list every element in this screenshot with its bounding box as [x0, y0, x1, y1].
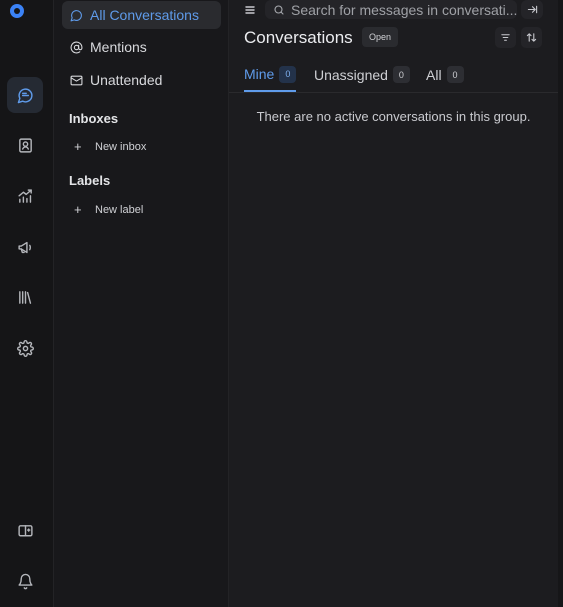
tab-label: Unassigned [314, 66, 388, 83]
at-sign-icon [70, 41, 83, 54]
assignee-tabs: Mine 0 Unassigned 0 All 0 [229, 58, 558, 93]
campaigns-megaphone-icon [17, 241, 31, 253]
rail-campaigns-button[interactable] [7, 229, 43, 265]
empty-state-message: There are no active conversations in thi… [256, 109, 531, 124]
new-label-link[interactable]: + New label [74, 202, 143, 217]
rail-settings-button[interactable] [7, 330, 43, 366]
new-inbox-label: New inbox [95, 140, 147, 153]
sidebar-item-label: Unattended [90, 72, 163, 88]
app-logo[interactable] [10, 4, 24, 18]
settings-gear-icon [16, 339, 34, 357]
rail-contacts-button[interactable] [7, 127, 43, 163]
icon-rail [0, 0, 54, 607]
collapse-panel-button[interactable] [521, 0, 543, 19]
conversation-list-panel: Conversations Open Mine 0 Unassigned 0 A… [229, 0, 559, 607]
search-input[interactable] [291, 1, 517, 18]
contacts-icon [18, 137, 32, 153]
reports-icon [17, 188, 32, 203]
page-title: Conversations [244, 28, 353, 47]
conversation-sidebar: All Conversations Mentions Unattended In… [54, 0, 229, 607]
tab-count-badge: 0 [392, 66, 410, 83]
tab-label: All [426, 66, 442, 83]
status-filter-badge[interactable]: Open [362, 27, 399, 47]
sort-button[interactable] [521, 27, 542, 48]
tab-count-badge: 0 [446, 66, 464, 83]
plus-icon: + [74, 139, 82, 154]
switch-layout-icon [17, 524, 33, 536]
chat-bubble-icon [17, 87, 33, 103]
tab-unassigned[interactable]: Unassigned 0 [314, 58, 410, 91]
tab-mine[interactable]: Mine 0 [244, 58, 297, 92]
filter-icon [501, 34, 510, 41]
chat-bubble-icon [70, 9, 83, 22]
new-label-label: New label [95, 203, 144, 216]
labels-section-title: Labels [69, 173, 111, 188]
sidebar-item-unattended[interactable]: Unattended [62, 66, 221, 94]
sidebar-item-all-conversations[interactable]: All Conversations [62, 1, 221, 29]
search-icon [274, 4, 284, 15]
arrow-right-to-line-icon [527, 5, 537, 14]
rail-conversations-button[interactable] [7, 77, 43, 113]
window-edge [558, 0, 563, 607]
rail-notifications-button[interactable] [7, 563, 43, 599]
rail-switch-layout-button[interactable] [7, 513, 43, 549]
notification-bell-icon [17, 573, 33, 589]
filter-button[interactable] [495, 27, 516, 48]
search-bar[interactable] [265, 0, 517, 19]
hamburger-menu-icon [245, 6, 255, 14]
rail-reports-button[interactable] [7, 178, 43, 214]
tab-count-badge: 0 [279, 65, 297, 83]
plus-icon: + [74, 202, 82, 217]
tab-label: Mine [244, 66, 275, 82]
library-icon [18, 290, 31, 304]
sort-arrows-icon [526, 33, 537, 42]
tab-all[interactable]: All 0 [426, 58, 464, 91]
menu-toggle-button[interactable] [243, 3, 257, 17]
rail-library-button[interactable] [7, 279, 43, 315]
inboxes-section-title: Inboxes [69, 111, 119, 126]
mail-icon [70, 74, 83, 87]
sidebar-item-mentions[interactable]: Mentions [62, 33, 221, 61]
new-inbox-link[interactable]: + New inbox [74, 139, 146, 154]
sidebar-item-label: All Conversations [90, 7, 199, 23]
sidebar-item-label: Mentions [90, 39, 147, 55]
